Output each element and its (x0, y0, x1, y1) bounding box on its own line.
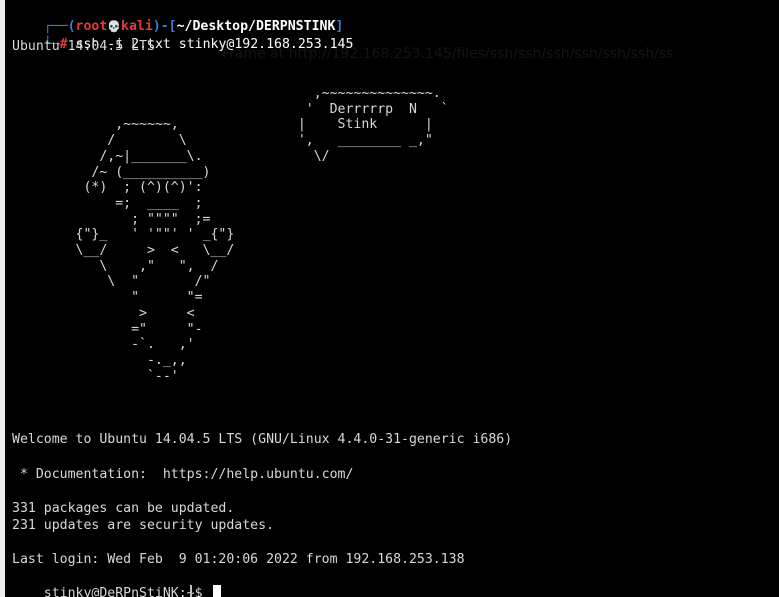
mouse-ibeam-icon (190, 585, 192, 597)
last-login-line: Last login: Wed Feb 9 01:20:06 2022 from… (12, 552, 465, 567)
text-cursor (212, 585, 221, 597)
documentation-line: * Documentation: https://help.ubuntu.com… (12, 467, 354, 482)
welcome-message: Welcome to Ubuntu 14.04.5 LTS (GNU/Linux… (12, 432, 513, 447)
terminal-window[interactable]: Frame at http://192.168.253.145/files/ss… (0, 0, 779, 597)
ascii-art-banner: ,~~~~~~~~~~~~~~. ' Derrrrrp N ` ,~~~~~~,… (75, 86, 449, 384)
shell-prompt: stinky@DeRPnStiNK:~$ (43, 586, 211, 597)
ubuntu-version: Ubuntu 14.04.5 LTS (12, 39, 155, 54)
packages-update-line: 331 packages can be updated. (12, 501, 235, 516)
security-update-line: 231 updates are security updates. (12, 518, 275, 533)
window-edge (0, 0, 5, 597)
